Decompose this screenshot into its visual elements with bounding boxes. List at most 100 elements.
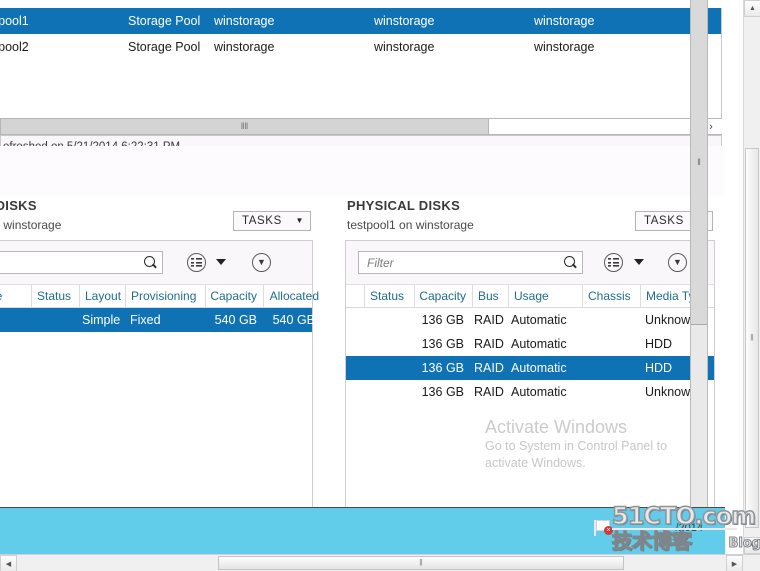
column-header-chassis[interactable]: Chassis (582, 285, 640, 308)
chevron-down-icon[interactable] (216, 259, 226, 265)
window-vertical-scrollbar[interactable]: ▲ ‖ ▼ (743, 0, 760, 554)
chevron-down-icon: ▼ (295, 216, 304, 225)
scrollbar-grip: ‖‖ (240, 121, 249, 131)
column-header-capacity[interactable]: Capacity (205, 285, 263, 308)
clipped-header-sliver (0, 0, 725, 8)
scroll-left-arrow-icon[interactable]: ◀ (0, 555, 17, 571)
pool-read-write: winstorage (534, 14, 595, 28)
pd-status (364, 380, 414, 404)
physical-disks-filter-bar: Filter ▼ (346, 241, 714, 285)
vd-layout: Simple (82, 313, 121, 327)
scrollbar-thumb[interactable]: ‖ (218, 556, 624, 570)
vd-name: ld (0, 308, 31, 332)
scrollbar-grip: ‖ (419, 557, 423, 568)
physical-disks-filter-input[interactable]: Filter (358, 251, 583, 274)
virtual-disks-pane: AL DISKS l1 on winstorage TASKS ▼ ▼ (0, 196, 319, 527)
storage-pools-rows: testpool1 Storage Pool winstorage winsto… (0, 8, 722, 118)
column-header-provisioning[interactable]: Provisioning (125, 285, 205, 308)
pool-managed-by: winstorage (214, 40, 275, 54)
vd-capacity: 540 GB (214, 313, 257, 327)
physical-disks-pane: PHYSICAL DISKS testpool1 on winstorage T… (345, 196, 715, 527)
app-vertical-scrollbar[interactable]: ‖ (690, 0, 708, 537)
pool-grid-horizontal-scrollbar[interactable]: ‖‖ › (0, 118, 722, 135)
pd-capacity: 136 GB (421, 361, 464, 375)
panel-gap (0, 146, 725, 196)
screen-root: testpool1 Storage Pool winstorage winsto… (0, 0, 760, 571)
virtual-disks-table-header: ame Status Layout Provisioning Capacity … (0, 285, 319, 308)
scroll-right-arrow-icon[interactable]: ▶ (726, 555, 743, 571)
notification-flag-icon[interactable]: × (594, 520, 613, 536)
storage-pools-grid: testpool1 Storage Pool winstorage winsto… (0, 0, 725, 159)
virtual-disks-subtitle-text: l1 on winstorage (0, 218, 62, 232)
pd-bus: RAID (474, 361, 504, 375)
tasks-label: TASKS (242, 215, 282, 227)
pd-capacity: 136 GB (421, 337, 464, 351)
scroll-up-arrow-icon[interactable]: ▲ (744, 0, 760, 17)
vd-status (31, 308, 79, 332)
chevron-down-icon[interactable] (634, 259, 644, 265)
column-header-status[interactable]: Status (31, 285, 79, 308)
table-row[interactable]: 136 GB RAID Automatic Unknown (346, 380, 714, 404)
virtual-disks-filter-bar: ▼ (0, 241, 312, 285)
column-header-allocated[interactable]: Allocated (263, 285, 325, 308)
pool-available-to: winstorage (374, 14, 435, 28)
pd-chassis (582, 308, 640, 332)
table-row[interactable]: 136 GB RAID Automatic HDD (346, 332, 714, 356)
virtual-disks-tasks-button[interactable]: TASKS ▼ (233, 211, 311, 231)
physical-disks-body: Filter ▼ Status Capacity Bus Usage Chass… (345, 240, 715, 527)
column-header-layout[interactable]: Layout (79, 285, 125, 308)
window-horizontal-scrollbar[interactable]: ◀ ‖ ▶ (0, 554, 760, 571)
column-header-usage[interactable]: Usage (508, 285, 582, 308)
column-header-capacity[interactable]: Capacity (414, 285, 472, 308)
scrollbar-thumb[interactable]: ‖ (691, 0, 707, 325)
pd-status (364, 332, 414, 356)
vd-allocated: 540 GB (272, 313, 315, 327)
notification-badge: × (604, 526, 613, 535)
table-row[interactable]: ld Simple Fixed 540 GB 540 GB (0, 308, 315, 332)
column-header-name[interactable]: ame (0, 285, 31, 308)
column-header-bus[interactable]: Bus (472, 285, 508, 308)
pd-chassis (582, 332, 640, 356)
search-icon[interactable] (143, 255, 158, 270)
virtual-disks-body: ▼ ame Status Layout Provisioning Capacit… (0, 240, 319, 527)
server-manager-app: testpool1 Storage Pool winstorage winsto… (0, 0, 725, 554)
pool-managed-by: winstorage (214, 14, 275, 28)
table-row[interactable]: testpool2 Storage Pool winstorage winsto… (0, 34, 721, 60)
collapse-chevron-icon[interactable]: ▼ (252, 253, 271, 272)
pd-usage: Automatic (511, 385, 567, 399)
table-row[interactable]: 136 GB RAID Automatic Unknown (346, 308, 714, 332)
pd-chassis (582, 356, 640, 380)
scroll-down-arrow-icon[interactable]: ▼ (744, 537, 760, 554)
list-view-icon[interactable] (604, 253, 623, 272)
list-view-icon[interactable] (187, 253, 206, 272)
pool-name: testpool1 (0, 14, 29, 28)
tasks-label: TASKS (644, 215, 684, 227)
vd-provisioning: Fixed (130, 313, 161, 327)
scrollbar-thumb[interactable]: ‖ (745, 148, 759, 528)
physical-disks-subtitle: testpool1 on winstorage TASKS ▼ (345, 211, 715, 236)
pd-usage: Automatic (511, 313, 567, 327)
physical-disks-table-header: Status Capacity Bus Usage Chassis Media … (346, 285, 714, 308)
pd-status (364, 356, 414, 380)
pd-capacity: 136 GB (421, 313, 464, 327)
virtual-disks-filter-input[interactable] (0, 251, 163, 274)
pd-chassis (582, 380, 640, 404)
pd-bus: RAID (474, 337, 504, 351)
scrollbar-thumb[interactable]: ‖‖ (1, 119, 489, 134)
pd-usage: Automatic (511, 337, 567, 351)
column-header-status[interactable]: Status (364, 285, 414, 308)
table-row[interactable]: testpool1 Storage Pool winstorage winsto… (0, 8, 721, 34)
windows-taskbar[interactable]: × /2014 (0, 507, 725, 554)
collapse-chevron-icon[interactable]: ▼ (668, 253, 687, 272)
taskbar-clock[interactable]: /2014 (675, 522, 703, 535)
pd-bus: RAID (474, 313, 504, 327)
pd-bus: RAID (474, 385, 504, 399)
pool-name: testpool2 (0, 40, 29, 54)
resize-grip[interactable] (743, 555, 760, 571)
virtual-disks-subtitle: l1 on winstorage TASKS ▼ (0, 211, 313, 236)
table-row[interactable]: 136 GB RAID Automatic HDD (346, 356, 714, 380)
scrollbar-grip: ‖ (750, 332, 754, 343)
pool-available-to: winstorage (374, 40, 435, 54)
pool-read-write: winstorage (534, 40, 595, 54)
search-icon[interactable] (563, 255, 578, 270)
